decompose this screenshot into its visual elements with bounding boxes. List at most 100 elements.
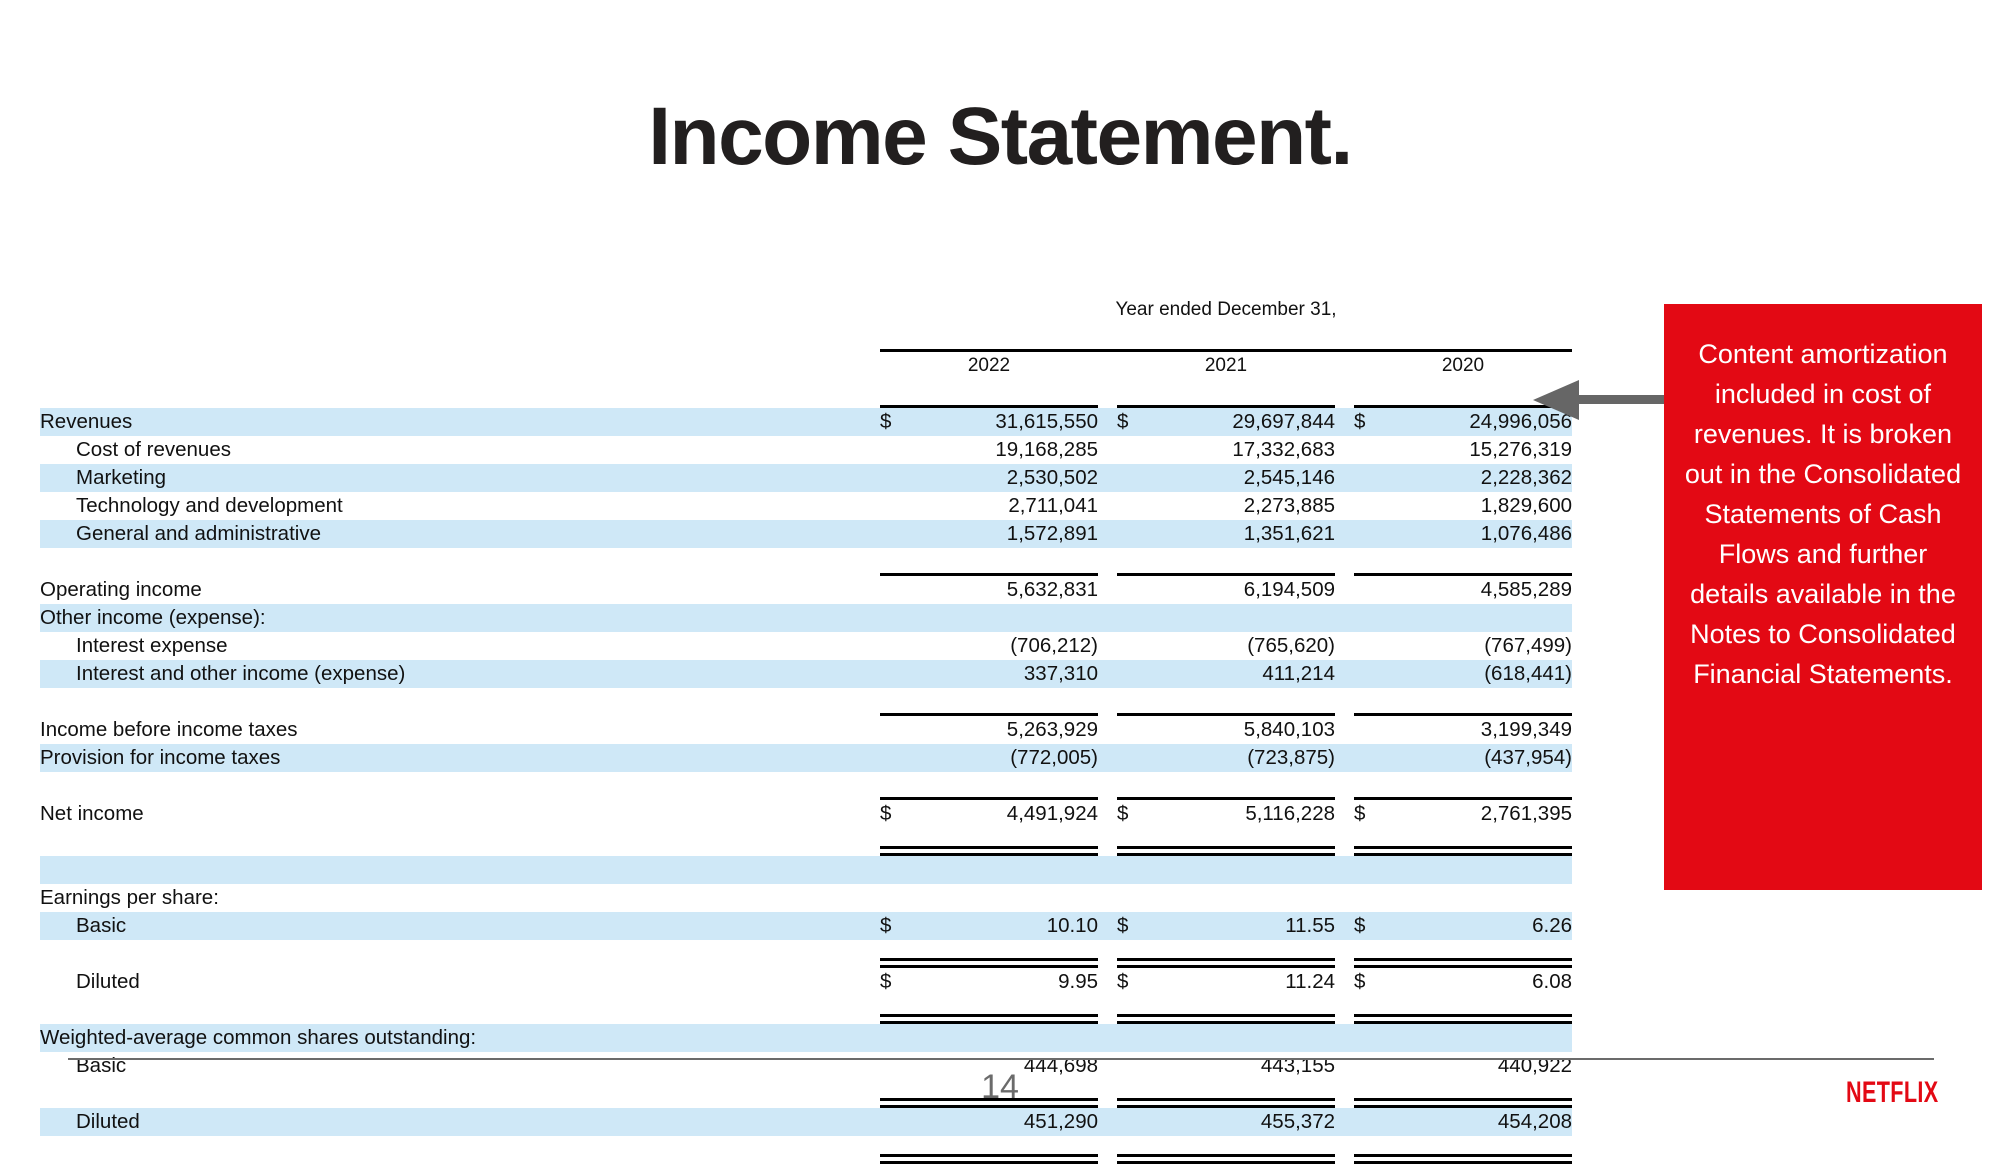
col-gap-1 [1098,352,1117,380]
currency-symbol: $ [1354,408,1390,436]
currency-symbol: $ [1117,912,1153,940]
cell-value [1153,604,1335,632]
currency-symbol: $ [1354,970,1366,993]
row-label: Revenues [40,408,880,436]
rule-spacer [40,548,880,576]
column-gap [1098,408,1117,436]
cell-value [1390,604,1572,632]
cell-value: (618,441) [1390,660,1572,688]
cell-value: 15,276,319 [1469,438,1572,461]
rule-spacer [40,688,880,716]
currency-symbol [1117,576,1153,604]
column-gap [1098,492,1117,520]
rule-segment [880,846,1098,856]
rule-segment [1117,846,1335,856]
cell-value: 6.08 [1532,970,1572,993]
currency-symbol: $ [1354,912,1390,940]
cell-value: 11.24 [1285,970,1335,993]
rule-spacer [40,940,880,968]
column-gap [1335,576,1354,604]
cell-value [916,884,1098,912]
cell-value: 337,310 [916,660,1098,688]
currency-symbol [880,1024,916,1052]
table-row: Diluted $9.95 $11.24 $6.08 [40,968,1572,996]
underline-rule [880,996,1098,1024]
cell-value: 2,545,146 [1153,464,1335,492]
cell-value: 10.10 [916,912,1098,940]
column-gap [1098,436,1117,464]
row-label: Net income [40,802,144,825]
column-gap [1335,632,1354,660]
cell-value: 5,840,103 [1243,718,1335,741]
callout-text: Content amortization included in cost of… [1684,339,1962,689]
cell-value: 17,332,683 [1232,438,1335,461]
rule-segment [880,958,1098,968]
currency-symbol: $ [1117,408,1153,436]
cell-value: (706,212) [1010,634,1098,657]
rule-segment [1117,1014,1335,1024]
underline-rule [1354,940,1572,968]
header-span-row: Year ended December 31, [40,296,1572,324]
underline-rule [880,1136,1098,1164]
currency-symbol [1117,716,1153,744]
currency-symbol [1117,660,1153,688]
column-gap [1098,660,1117,688]
col-gap-2 [1335,352,1354,380]
cell-value: 455,372 [1153,1108,1335,1136]
underline-rule [1354,548,1572,576]
row-label: Marketing [40,464,880,492]
header-year-rule-row [40,380,1572,408]
column-gap [1098,884,1117,912]
table-row: Weighted-average common shares outstandi… [40,1024,1572,1052]
currency-symbol [1117,884,1153,912]
column-gap [1098,464,1117,492]
column-gap [1335,604,1354,632]
currency-symbol [880,660,916,688]
cell-value: 5,263,929 [1006,718,1098,741]
callout-box: Content amortization included in cost of… [1664,304,1982,890]
header-spacer [40,296,880,324]
income-statement-table: Year ended December 31, 2022 2021 2020 R… [40,296,1572,1164]
cell-value: (765,620) [1247,634,1335,657]
currency-symbol [1117,464,1153,492]
column-gap [1098,996,1117,1024]
cell-value: 1,829,600 [1480,494,1572,517]
table-row: Provision for income taxes (772,005) (723,… [40,744,1572,772]
cell-value: 31,615,550 [916,408,1098,436]
page-number: 14 [981,1068,1019,1106]
table-body: Revenues $31,615,550 $29,697,844 $24,996,05… [40,408,1572,1164]
table-row: Basic $10.10 $11.55 $6.26 [40,912,1572,940]
year-rule-2021 [1117,380,1335,408]
column-gap [1098,744,1117,772]
cell-value: 451,290 [916,1108,1098,1136]
column-header-2021: 2021 [1204,355,1248,376]
column-gap [1335,940,1354,968]
currency-symbol: $ [880,408,916,436]
currency-symbol [1117,436,1153,464]
currency-symbol [880,1108,916,1136]
column-gap [1335,688,1354,716]
header-year-row: 2022 2021 2020 [40,352,1572,380]
footer-divider [68,1058,1934,1060]
column-gap [1098,604,1117,632]
underline-rule [1354,828,1572,856]
cell-value [916,604,1098,632]
financial-table: Year ended December 31, 2022 2021 2020 R… [40,296,1572,1164]
column-gap [1335,996,1354,1024]
column-gap [1335,520,1354,548]
currency-symbol [1354,576,1390,604]
row-label: Income before income taxes [40,718,298,741]
underline-rule [880,688,1098,716]
table-row: Technology and development 2,711,041 2,273… [40,492,1572,520]
cell-value: (772,005) [916,744,1098,772]
cell-value: (723,875) [1153,744,1335,772]
column-gap [1335,856,1354,884]
currency-symbol [1354,520,1390,548]
cell-value: 3,199,349 [1480,718,1572,741]
year-rule-2022 [880,380,1098,408]
cell-value: 2,761,395 [1480,802,1572,825]
table-row: Other income (expense): [40,604,1572,632]
currency-symbol: $ [880,970,892,993]
rule-row [40,1136,1572,1164]
currency-symbol [880,744,916,772]
